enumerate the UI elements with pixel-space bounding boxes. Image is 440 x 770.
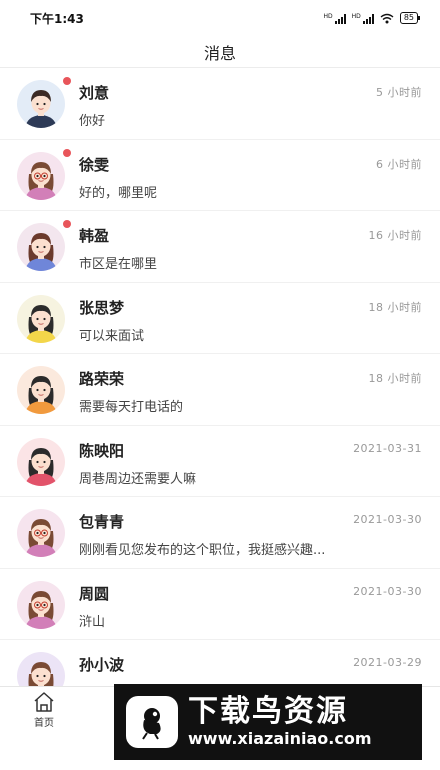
- signal-icon: HD: [324, 13, 346, 24]
- conversation-item[interactable]: 张思梦 18 小时前可以来面试: [0, 283, 440, 354]
- message-preview: 浒山: [79, 614, 106, 630]
- message-preview: 刚刚看见您发布的这个职位，我挺感兴趣...: [79, 543, 326, 558]
- message-preview: 可以来面试: [79, 328, 145, 344]
- header: 消息: [0, 36, 440, 68]
- conversation-list[interactable]: 刘意 5 小时前你好徐雯 6 小时前好的，哪里呢 韩盈 16 小时前市区是在哪里 张思梦 1…: [0, 68, 440, 686]
- contact-name: 刘意: [79, 85, 110, 102]
- contact-name: 包青青: [79, 514, 125, 531]
- status-time: 下午1:43: [30, 11, 84, 26]
- avatar: [17, 652, 65, 686]
- contact-name: 周圆: [79, 585, 110, 603]
- home-icon: [34, 692, 54, 712]
- avatar: [17, 151, 65, 200]
- message-preview: 需要每天打电话的: [79, 400, 184, 415]
- contact-name: 韩盈: [79, 228, 110, 245]
- avatar: [17, 80, 65, 128]
- signal-icon: HD: [352, 13, 374, 24]
- contact-name: 陈映阳: [79, 442, 125, 460]
- avatar: [17, 366, 65, 414]
- avatar: [17, 509, 65, 557]
- contact-name: 徐雯: [79, 156, 110, 174]
- tab-home[interactable]: 首页: [24, 691, 64, 729]
- message-preview: 周巷周边还需要人嘛: [79, 471, 197, 487]
- wifi-icon: [380, 13, 394, 23]
- unread-dot: [63, 148, 71, 157]
- message-preview: 好的，哪里呢: [79, 185, 158, 201]
- conversation-item[interactable]: 孙小波 2021-03-29: [0, 640, 440, 686]
- avatar: [17, 437, 65, 486]
- message-time: 18 小时前: [368, 300, 422, 314]
- message-time: 2021-03-31: [353, 441, 422, 455]
- avatar: [17, 294, 65, 343]
- unread-dot: [63, 77, 71, 85]
- watermark-url: www.xiazainiao.com: [188, 729, 372, 748]
- status-bar: 下午1:43 HD HD 85: [0, 0, 440, 36]
- watermark-banner: 下载鸟资源 www.xiazainiao.com: [114, 684, 422, 760]
- conversation-item[interactable]: 徐雯 6 小时前好的，哪里呢: [0, 140, 440, 211]
- message-preview: 你好: [79, 114, 106, 129]
- battery-icon: 85: [399, 12, 421, 24]
- conversation-item[interactable]: 周圆 2021-03-30 浒山: [0, 569, 440, 640]
- message-time: 2021-03-29: [353, 656, 422, 669]
- watermark-title: 下载鸟资源: [188, 694, 348, 729]
- conversation-item[interactable]: 韩盈 16 小时前市区是在哪里: [0, 211, 440, 283]
- contact-name: 张思梦: [79, 299, 125, 317]
- contact-name: 路荣荣: [79, 371, 125, 388]
- conversation-item[interactable]: 包青青 2021-03-30 刚刚看见您发布的这个职位，我挺感兴趣...: [0, 497, 440, 569]
- message-time: 2021-03-30: [353, 584, 422, 598]
- contact-name: 孙小波: [79, 657, 125, 674]
- message-time: 18 小时前: [368, 372, 422, 385]
- avatar: [17, 580, 65, 629]
- message-time: 2021-03-30: [353, 513, 422, 526]
- message-time: 5 小时前: [376, 86, 422, 99]
- message-time: 6 小时前: [376, 157, 422, 171]
- status-icons: HD HD 85: [324, 12, 421, 24]
- avatar: [17, 223, 65, 271]
- page-title: 消息: [203, 43, 236, 63]
- conversation-item[interactable]: 陈映阳 2021-03-31 周巷周边还需要人嘛: [0, 426, 440, 497]
- message-time: 16 小时前: [368, 229, 422, 242]
- conversation-item[interactable]: 路荣荣 18 小时前需要每天打电话的: [0, 354, 440, 426]
- tab-home-label: 首页: [34, 718, 54, 729]
- conversation-item[interactable]: 刘意 5 小时前你好: [0, 68, 440, 140]
- bird-logo-icon: [126, 696, 178, 748]
- unread-dot: [63, 220, 71, 228]
- message-preview: 市区是在哪里: [79, 257, 158, 272]
